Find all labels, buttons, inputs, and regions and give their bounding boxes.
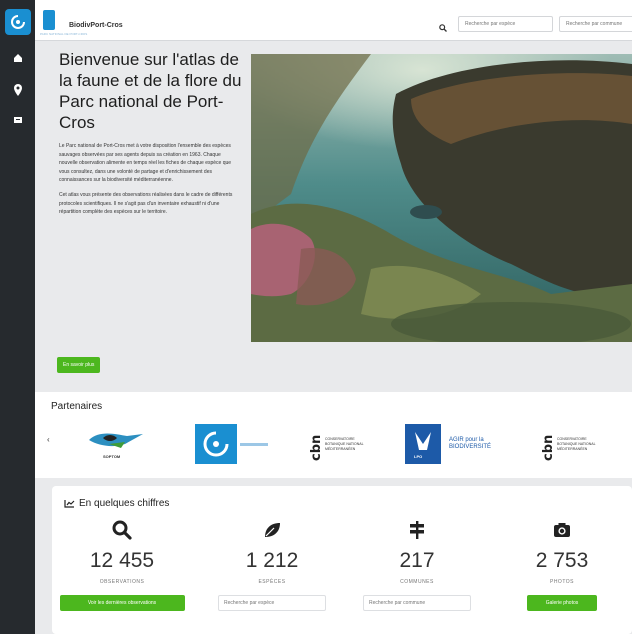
commune-search-input[interactable] — [559, 16, 632, 32]
species-search-input[interactable] — [458, 16, 553, 32]
partner-logo-port-cros[interactable] — [195, 420, 268, 468]
intro-paragraph: Le Parc national de Port-Cros met à votr… — [59, 143, 232, 184]
stat-label: ESPÈCES — [258, 579, 286, 585]
carousel-prev-icon[interactable]: ‹ — [47, 435, 50, 444]
stat-label: COMMUNES — [400, 579, 434, 585]
disclaimer-paragraph: Cet atlas vous présente des observations… — [59, 191, 233, 216]
latest-observations-button[interactable]: Voir les dernières observations — [59, 595, 185, 611]
svg-text:cbn: cbn — [309, 435, 322, 461]
search-icon — [112, 520, 132, 540]
stats-title: En quelques chiffres — [79, 498, 170, 509]
partner-logo-soptom[interactable]: SOPTOM — [85, 420, 147, 468]
book-icon[interactable] — [10, 112, 25, 127]
partner-logo-lpo[interactable]: LPO — [405, 420, 441, 468]
partner-text: CONSERVATOIRE BOTANIQUE NATIONAL MÉDITER… — [557, 436, 596, 451]
stat-communes: 217 COMMUNES — [347, 520, 487, 611]
stat-observations: 12 455 OBSERVATIONS Voir les dernières o… — [52, 520, 192, 611]
partners-section: Partenaires ‹ SOPTOM cbn CONSERVATOIRE B… — [35, 392, 632, 478]
partner-logo-agir[interactable]: AGIR pour la BIODIVERSITÉ — [449, 420, 519, 468]
partner-logo-cbn-2[interactable]: cbn CONSERVATOIRE BOTANIQUE NATIONAL MÉD… — [540, 420, 603, 468]
commune-search-field[interactable] — [363, 595, 471, 611]
search-icon — [439, 19, 447, 37]
partner-text: AGIR pour la BIODIVERSITÉ — [449, 437, 492, 450]
stat-label: PHOTOS — [549, 579, 575, 585]
hero-photo — [251, 54, 632, 342]
stat-value: 1 212 — [245, 549, 299, 572]
app-title[interactable]: BiodivPort-Cros — [69, 22, 123, 29]
brand-logo-icon[interactable] — [5, 9, 31, 35]
learn-more-button[interactable]: En savoir plus — [57, 357, 101, 373]
stat-value: 217 — [399, 549, 435, 572]
park-logo-icon[interactable] — [43, 10, 55, 30]
stat-value: 2 753 — [535, 549, 589, 572]
map-marker-icon[interactable] — [10, 82, 25, 97]
stats-section: En quelques chiffres 12 455 OBSERVATIONS… — [52, 486, 632, 634]
page-title: Bienvenue sur l'atlas de la faune et de … — [59, 50, 242, 132]
home-icon[interactable] — [10, 50, 25, 65]
hero-intro: Bienvenue sur l'atlas de la faune et de … — [47, 49, 247, 217]
partner-text: LPO — [414, 454, 423, 459]
partner-text: CONSERVATOIRE BOTANIQUE NATIONAL MÉDITER… — [325, 436, 364, 451]
chart-line-icon — [64, 500, 75, 508]
sidebar — [0, 0, 35, 634]
camera-icon — [554, 523, 570, 537]
stat-value: 12 455 — [89, 549, 155, 572]
svg-text:cbn: cbn — [541, 435, 554, 461]
stat-label: OBSERVATIONS — [99, 579, 145, 585]
stat-photos: 2 753 PHOTOS Galerie photos — [492, 520, 632, 611]
partner-logo-cbn[interactable]: cbn CONSERVATOIRE BOTANIQUE NATIONAL MÉD… — [308, 420, 371, 468]
stat-species: 1 212 ESPÈCES — [202, 520, 342, 611]
brand-subtitle: PARC NATIONAL DE PORT-CROS — [40, 32, 88, 36]
photo-gallery-button[interactable]: Galerie photos — [527, 595, 597, 611]
partner-text: SOPTOM — [103, 454, 121, 459]
leaf-icon — [265, 523, 280, 537]
species-search-field[interactable] — [218, 595, 326, 611]
partners-title: Partenaires — [51, 401, 103, 412]
top-navbar: PARC NATIONAL DE PORT-CROS BiodivPort-Cr… — [35, 0, 632, 41]
signpost-icon — [410, 521, 424, 539]
stats-heading: En quelques chiffres — [64, 498, 169, 509]
